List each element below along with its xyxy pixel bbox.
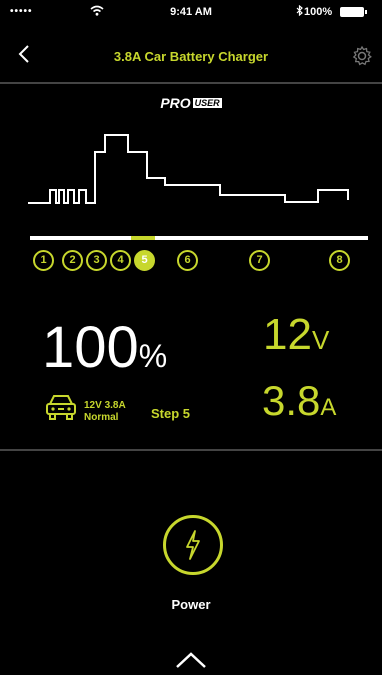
battery-percent: 100% [304, 6, 333, 18]
status-bar: ••••• 9:41 AM 100% [0, 0, 382, 24]
header-divider [0, 82, 382, 84]
step-1-indicator: 1 [33, 250, 54, 271]
section-divider [0, 449, 382, 451]
current-readout: 3.8A [262, 377, 336, 432]
power-label: Power [171, 597, 211, 612]
mode-rating: 12V 3.8A [84, 400, 126, 411]
charge-mode: 12V 3.8A Normal [84, 400, 126, 424]
mode-type: Normal [84, 412, 119, 423]
step-4-indicator: 4 [110, 250, 131, 271]
charge-percent: 100% [42, 315, 167, 389]
step-indicators: 1 2 3 4 5 6 7 8 [0, 250, 382, 276]
current-value: 3.8 [262, 377, 321, 424]
step-5-indicator: 5 [134, 250, 155, 271]
percent-value: 100 [42, 315, 139, 380]
battery-icon [340, 7, 367, 17]
brand-logo: PRO USER [160, 95, 222, 111]
voltage-unit: V [311, 325, 330, 355]
step-3-indicator: 3 [86, 250, 107, 271]
bluetooth-icon [296, 4, 303, 19]
step-6-indicator: 6 [177, 250, 198, 271]
lightning-icon [186, 530, 200, 560]
step-8-indicator: 8 [329, 250, 350, 271]
gear-icon[interactable] [351, 45, 373, 72]
step-2-indicator: 2 [62, 250, 83, 271]
current-step-label: Step 5 [151, 406, 191, 421]
page-title: 3.8A Car Battery Charger [113, 49, 269, 64]
current-unit: A [320, 394, 337, 421]
percent-unit: % [138, 338, 168, 374]
progress-track [30, 236, 368, 240]
car-icon [44, 392, 78, 427]
progress-highlight [131, 236, 155, 240]
charge-profile-graph [28, 134, 349, 204]
voltage-value: 12 [263, 310, 312, 359]
chevron-up-icon[interactable] [174, 650, 208, 675]
step-7-indicator: 7 [249, 250, 270, 271]
voltage-readout: 12V [263, 310, 329, 365]
power-button[interactable] [163, 515, 223, 575]
